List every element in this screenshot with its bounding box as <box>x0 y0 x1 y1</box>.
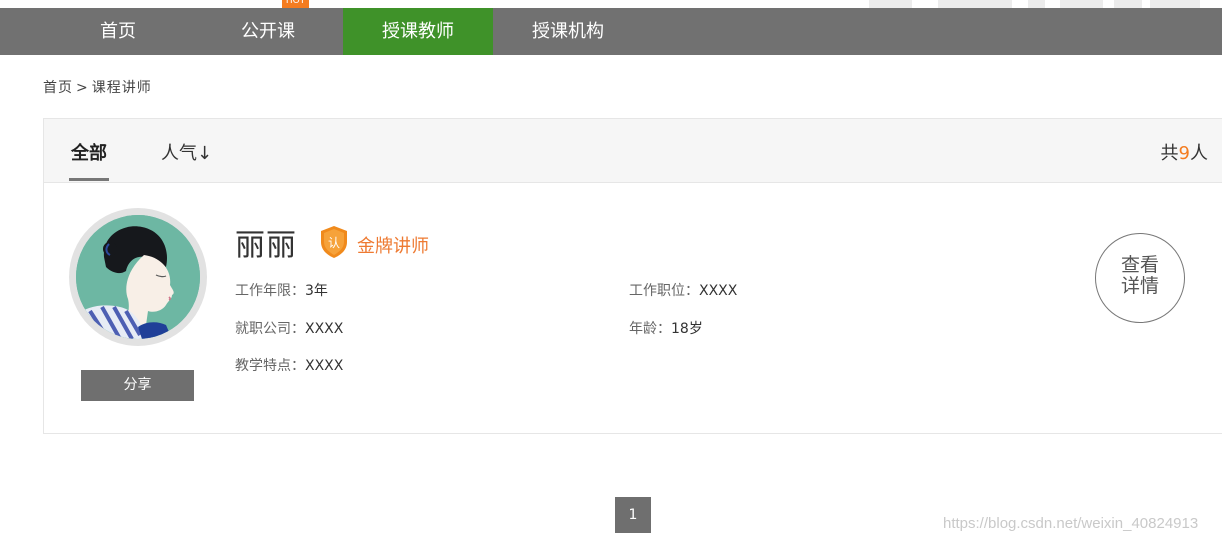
info-age: 年龄：18岁 <box>629 318 703 338</box>
filter-bar: 全部 人气↓ 共9人 <box>44 119 1222 183</box>
company-value: XXXX <box>305 321 344 337</box>
total-count: 共9人 <box>1161 139 1208 165</box>
nav-item-institutions[interactable]: 授课机构 <box>493 8 643 55</box>
watermark: https://blog.csdn.net/weixin_40824913 <box>943 515 1199 532</box>
info-company: 就职公司：XXXX <box>235 318 343 338</box>
info-teaching-features: 教学特点：XXXX <box>235 355 343 375</box>
breadcrumb-separator: > <box>76 80 89 96</box>
strip-block <box>1060 0 1103 8</box>
age-label: 年龄： <box>629 321 671 337</box>
pagination-page-1[interactable]: 1 <box>615 497 651 533</box>
nav-item-open-courses[interactable]: 公开课 <box>193 8 343 55</box>
strip-block <box>869 0 912 8</box>
tab-popularity[interactable]: 人气↓ <box>161 139 212 165</box>
breadcrumb-current: 课程讲师 <box>91 80 152 96</box>
teacher-avatar[interactable] <box>69 208 207 346</box>
work-years-value: 3年 <box>305 283 328 299</box>
position-label: 工作职位： <box>629 283 699 299</box>
teaching-value: XXXX <box>305 358 344 374</box>
view-details-button[interactable]: 查看 详情 <box>1095 233 1185 323</box>
total-number: 9 <box>1178 143 1190 164</box>
active-tab-underline <box>69 178 109 181</box>
info-work-years: 工作年限：3年 <box>235 280 328 300</box>
strip-block <box>1150 0 1200 8</box>
view-details-line1: 查看 <box>1120 254 1159 276</box>
nav-item-teachers[interactable]: 授课教师 <box>343 8 493 55</box>
main-nav: 首页 公开课 授课教师 授课机构 HOT <box>0 0 1222 55</box>
avatar-image <box>76 215 200 339</box>
view-details-line2: 详情 <box>1120 275 1159 297</box>
work-years-label: 工作年限： <box>235 283 305 299</box>
tab-all[interactable]: 全部 <box>71 139 107 165</box>
gold-teacher-label: 金牌讲师 <box>357 236 429 257</box>
info-position: 工作职位：XXXX <box>629 280 737 300</box>
age-value: 18岁 <box>671 321 703 337</box>
position-value: XXXX <box>699 283 738 299</box>
total-prefix: 共 <box>1160 143 1179 164</box>
teacher-list-panel: 全部 人气↓ 共9人 分享 丽丽 认 金牌讲师 工作年限：3年 工作职位：XXX… <box>43 118 1222 434</box>
nav-item-home[interactable]: 首页 <box>43 8 193 55</box>
teaching-label: 教学特点： <box>235 358 305 374</box>
strip-block <box>938 0 1012 8</box>
strip-block <box>1114 0 1142 8</box>
breadcrumb-home[interactable]: 首页 <box>43 80 73 96</box>
strip-block <box>1028 0 1045 8</box>
top-strip <box>0 0 1222 8</box>
total-suffix: 人 <box>1190 143 1208 164</box>
breadcrumb: 首页 > 课程讲师 <box>43 77 152 97</box>
certified-shield-icon: 认 <box>319 225 349 259</box>
company-label: 就职公司： <box>235 321 305 337</box>
hot-badge: HOT <box>282 0 309 8</box>
certified-glyph: 认 <box>328 236 340 250</box>
teacher-name[interactable]: 丽丽 <box>235 220 297 264</box>
share-button[interactable]: 分享 <box>81 370 194 401</box>
